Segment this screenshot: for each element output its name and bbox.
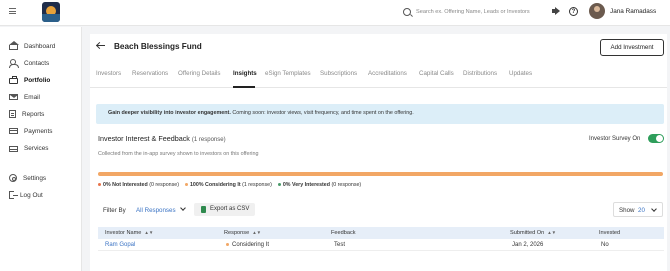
tab-investors[interactable]: Investors xyxy=(96,70,121,77)
dot-icon xyxy=(184,183,188,187)
survey-toggle-label: Investor Survey On xyxy=(589,136,641,142)
sidebar-item-label: Log Out xyxy=(20,191,43,199)
response-count: (1 response) xyxy=(191,137,226,143)
sort-icon: ▲▼ xyxy=(547,230,557,235)
active-tab-indicator xyxy=(233,86,255,88)
sort-icon: ▲▼ xyxy=(252,230,262,235)
filter-row: Filter By All Responses Export as CSV Sh… xyxy=(96,202,664,218)
tab-insights[interactable]: Insights xyxy=(233,70,257,77)
tab-offering-details[interactable]: Offering Details xyxy=(178,70,221,77)
sort-icon: ▲▼ xyxy=(144,230,154,235)
sidebar-item-label: Dashboard xyxy=(24,42,56,50)
legend-considering: 100% Considering It (1 response) xyxy=(184,182,272,188)
sidebar-item-label: Portfolio xyxy=(24,76,51,84)
survey-toggle[interactable] xyxy=(648,134,664,143)
dot-icon xyxy=(98,183,101,187)
legend-very-interested: 0% Very Interested (0 response) xyxy=(277,182,361,188)
sidebar-item-dashboard[interactable]: Dashboard xyxy=(9,41,55,51)
tab-reservations[interactable]: Reservations xyxy=(132,70,168,77)
col-feedback: Feedback xyxy=(331,230,356,236)
sidebar-item-reports[interactable]: Reports xyxy=(9,109,44,119)
sidebar-item-logout[interactable]: Log Out xyxy=(9,190,43,200)
avatar[interactable] xyxy=(589,3,605,19)
back-arrow-icon[interactable] xyxy=(96,42,105,50)
col-investor-name[interactable]: Investor Name ▲▼ xyxy=(105,230,153,236)
invested-cell: No xyxy=(601,242,609,248)
tab-distributions[interactable]: Distributions xyxy=(463,70,497,77)
dot-icon xyxy=(277,183,281,187)
insights-content: Gain deeper visibility into investor eng… xyxy=(96,96,664,271)
main-panel: Beach Blessings Fund Add Investment Inve… xyxy=(90,34,667,271)
tab-bar: Investors Reservations Offering Details … xyxy=(90,64,667,88)
sidebar-item-label: Settings xyxy=(23,174,47,182)
col-submitted-on[interactable]: Submitted On ▲▼ xyxy=(510,230,556,236)
col-response[interactable]: Response ▲▼ xyxy=(224,230,261,236)
tab-esign-templates[interactable]: eSign Templates xyxy=(265,70,311,77)
services-icon xyxy=(9,145,18,152)
show-label: Show xyxy=(619,207,635,214)
home-icon xyxy=(9,41,19,50)
section-subtitle: Collected from the in-app survey shown t… xyxy=(98,151,259,157)
chevron-down-icon[interactable] xyxy=(180,205,186,211)
sidebar: Dashboard Contacts Portfolio Email Repor… xyxy=(0,27,82,271)
user-name[interactable]: Jana Ramadass xyxy=(610,8,656,15)
contacts-icon xyxy=(9,59,19,68)
filter-dropdown[interactable]: All Responses xyxy=(136,207,176,214)
menu-icon[interactable] xyxy=(9,8,16,14)
tab-updates[interactable]: Updates xyxy=(509,70,532,77)
tab-subscriptions[interactable]: Subscriptions xyxy=(320,70,357,77)
search-icon xyxy=(403,8,411,16)
interest-legend: 0% Not Interested (0 response) 100% Cons… xyxy=(98,182,361,188)
logout-icon xyxy=(9,191,18,199)
response-cell: Considering It xyxy=(226,242,269,248)
investor-name-link[interactable]: Ram Gopal xyxy=(105,242,135,248)
sidebar-item-settings[interactable]: Settings xyxy=(9,173,46,183)
table-row: Ram Gopal Considering It Test Jan 2, 202… xyxy=(98,239,664,251)
sidebar-item-portfolio[interactable]: Portfolio xyxy=(9,75,50,85)
sidebar-item-services[interactable]: Services xyxy=(9,143,49,153)
table-header: Investor Name ▲▼ Response ▲▼ Feedback Subm… xyxy=(98,227,664,239)
add-investment-button[interactable]: Add Investment xyxy=(600,39,664,56)
sidebar-item-label: Reports xyxy=(22,110,45,118)
export-csv-button[interactable]: Export as CSV xyxy=(194,203,255,216)
info-banner: Gain deeper visibility into investor eng… xyxy=(96,104,664,124)
top-bar: Search ex. Offering Name, Leads or Inves… xyxy=(0,0,670,26)
tab-accreditations[interactable]: Accreditations xyxy=(368,70,407,77)
sidebar-item-label: Payments xyxy=(24,127,53,135)
spreadsheet-icon xyxy=(201,206,206,213)
banner-bold-text: Gain deeper visibility into investor eng… xyxy=(108,110,231,116)
sidebar-item-payments[interactable]: Payments xyxy=(9,126,52,136)
submitted-cell: Jan 2, 2026 xyxy=(512,242,544,248)
card-icon xyxy=(9,128,18,134)
feedback-title: Investor Interest & Feedback xyxy=(98,134,190,143)
search-input[interactable]: Search ex. Offering Name, Leads or Inves… xyxy=(416,9,530,15)
briefcase-icon xyxy=(9,76,18,84)
gear-icon xyxy=(9,174,17,182)
export-label: Export as CSV xyxy=(210,206,250,212)
sidebar-item-label: Email xyxy=(24,93,40,101)
chevron-down-icon xyxy=(651,206,657,212)
section-title: Investor Interest & Feedback (1 response… xyxy=(98,134,226,143)
legend-not-interested: 0% Not Interested (0 response) xyxy=(98,182,179,188)
sidebar-item-email[interactable]: Email xyxy=(9,92,40,102)
col-invested: Invested xyxy=(599,230,621,236)
feedback-cell: Test xyxy=(334,242,346,248)
announcement-icon[interactable] xyxy=(552,7,561,15)
mail-icon xyxy=(9,94,18,100)
sidebar-item-label: Services xyxy=(24,144,49,152)
show-value: 20 xyxy=(638,207,645,214)
filter-label: Filter By xyxy=(103,207,126,214)
help-icon[interactable]: ? xyxy=(569,7,578,16)
page-title: Beach Blessings Fund xyxy=(114,42,202,51)
sidebar-item-contacts[interactable]: Contacts xyxy=(9,58,49,68)
sidebar-item-label: Contacts xyxy=(24,59,50,67)
page-size-select[interactable]: Show 20 xyxy=(613,202,663,217)
dot-icon xyxy=(226,242,229,246)
interest-bar xyxy=(98,172,663,176)
banner-text: Coming soon: investor views, visit frequ… xyxy=(230,110,414,116)
reports-icon xyxy=(9,110,16,118)
tab-capital-calls[interactable]: Capital Calls xyxy=(419,70,454,77)
search-bar[interactable]: Search ex. Offering Name, Leads or Inves… xyxy=(403,5,544,19)
app-logo[interactable] xyxy=(42,2,60,22)
